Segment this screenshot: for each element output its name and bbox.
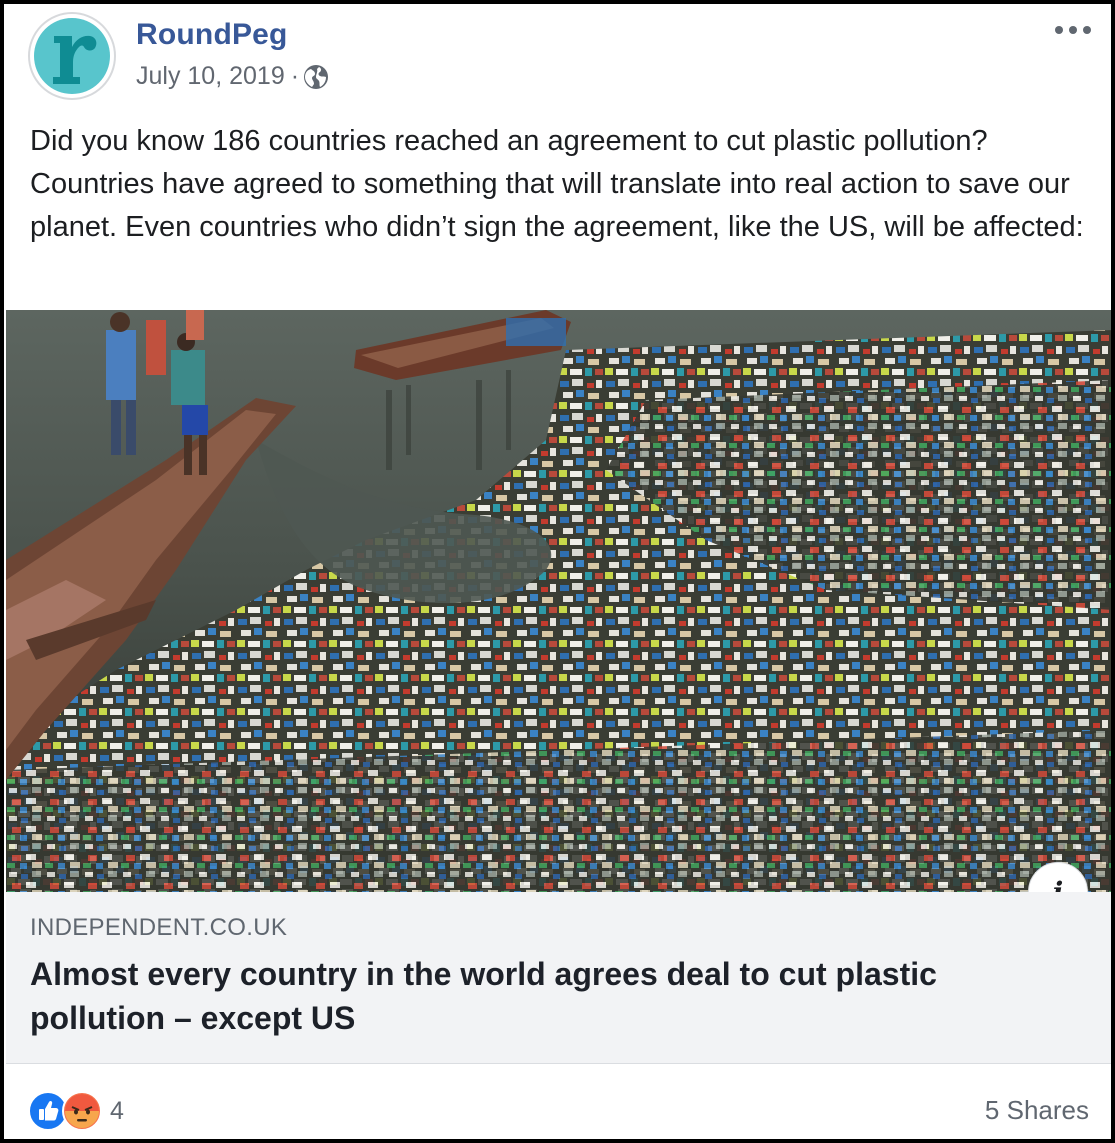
roundpeg-logo xyxy=(34,18,110,94)
link-preview-image[interactable] xyxy=(6,310,1111,892)
angry-icon xyxy=(62,1091,102,1131)
globe-icon xyxy=(303,64,329,90)
more-horizontal-icon xyxy=(1055,26,1091,34)
facebook-post: RoundPeg July 10, 2019 · Did you know 18… xyxy=(0,0,1115,1143)
reaction-count: 4 xyxy=(110,1096,124,1125)
shares-count-link[interactable]: 5 Shares xyxy=(985,1095,1089,1126)
link-domain: INDEPENDENT.CO.UK xyxy=(30,914,288,941)
post-meta: July 10, 2019 · xyxy=(136,62,329,91)
page-name-link[interactable]: RoundPeg xyxy=(136,18,288,52)
post-message: Did you know 186 countries reached an ag… xyxy=(30,125,1084,243)
page-avatar[interactable] xyxy=(28,12,116,100)
plastic-waste-photo xyxy=(6,310,1111,892)
reactions-summary[interactable]: 4 xyxy=(28,1091,124,1131)
link-headline: Almost every country in the world agrees… xyxy=(30,956,937,1036)
link-preview-caption[interactable]: INDEPENDENT.CO.UK Almost every country i… xyxy=(6,892,1111,1064)
post-date[interactable]: July 10, 2019 xyxy=(136,62,285,91)
more-options-button[interactable] xyxy=(1051,16,1095,44)
meta-separator: · xyxy=(290,62,300,90)
